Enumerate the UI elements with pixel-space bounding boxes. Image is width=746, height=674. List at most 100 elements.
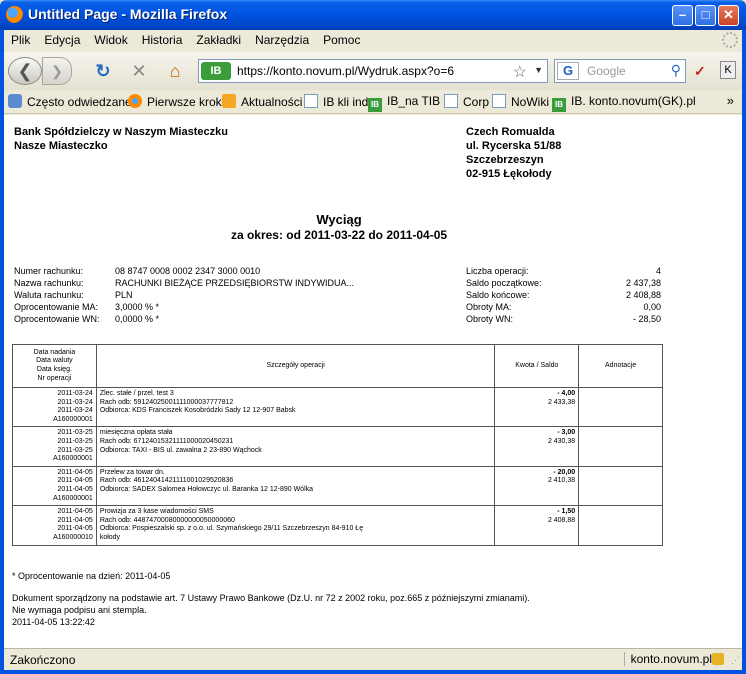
menu-edit[interactable]: Edycja [37, 30, 87, 50]
operation-dates: 2011-04-05 2011-04-05 2011-04-05 A160000… [12, 505, 97, 546]
menu-tools[interactable]: Narzędzia [248, 30, 316, 50]
table-row: 2011-03-24 2011-03-24 2011-03-24 A160000… [12, 386, 663, 428]
operation-note [578, 465, 663, 507]
operation-amount: - 4,00 2 433,38 [494, 386, 580, 428]
operation-amount: - 3,00 2 430,38 [494, 426, 580, 467]
bookmark-item[interactable]: IB IB. konto.novum(GK).pl [552, 94, 696, 112]
navigation-bar: ❮ ❯ ↻ ✕ ⌂ IB https://konto.novum.pl/Wydr… [4, 52, 742, 90]
operation-note [578, 386, 663, 428]
summary-label: Saldo końcowe: [466, 290, 530, 300]
info-value: 3,0000 % * [115, 302, 160, 312]
home-icon[interactable]: ⌂ [164, 60, 186, 82]
status-domain[interactable]: konto.novum.pl [623, 652, 712, 666]
summary-label: Obroty MA: [466, 302, 512, 312]
info-label: Oprocentowanie WN: [14, 314, 100, 324]
site-identity-badge[interactable]: IB [201, 62, 231, 80]
summary-value: 0,00 [643, 302, 661, 312]
bookmark-item[interactable]: Aktualności [222, 94, 302, 109]
page-content: Bank Spółdzielczy w Naszym Miasteczku Na… [4, 115, 742, 648]
menu-bar: Plik Edycja Widok Historia Zakładki Narzędzia… [4, 30, 742, 52]
info-label: Oprocentowanie MA: [14, 302, 99, 312]
bookmark-item[interactable]: Często odwiedzane [8, 94, 132, 109]
url-dropdown-icon[interactable]: ▼ [534, 65, 543, 75]
summary-value: - 28,50 [632, 314, 661, 324]
url-text[interactable]: https://konto.novum.pl/Wydruk.aspx?o=6 [237, 64, 454, 78]
page-icon [304, 94, 318, 108]
forward-button[interactable]: ❯ [42, 57, 72, 85]
status-bar: Zakończono konto.novum.pl ⋰ [4, 648, 742, 670]
summary-label: Obroty WN: [466, 314, 514, 324]
ib-icon: IB [368, 98, 382, 112]
addon-k-icon[interactable]: K [720, 61, 736, 79]
minimize-button[interactable]: – [672, 5, 693, 26]
url-bar[interactable]: IB https://konto.novum.pl/Wydruk.aspx?o=… [198, 59, 548, 83]
resize-grip-icon[interactable]: ⋰ [731, 655, 740, 666]
customer-name: Czech Romualda [466, 126, 555, 138]
operation-dates: 2011-04-05 2011-04-05 2011-04-05 A160000… [12, 465, 97, 507]
operation-details: Zlec. stałe / przel. test 3 Rach odb: 59… [95, 386, 496, 428]
col-header-dates: Data nadania Data waluty Data księg. Nr … [12, 344, 97, 388]
stop-icon[interactable]: ✕ [128, 60, 150, 82]
operation-amount: - 20,00 2 410,38 [494, 465, 580, 507]
reload-icon[interactable]: ↻ [92, 60, 114, 82]
menu-help[interactable]: Pomoc [316, 30, 367, 50]
info-label: Nazwa rachunku: [14, 278, 84, 288]
operation-amount: - 1,50 2 408,88 [494, 505, 580, 546]
summary-value: 2 437,38 [625, 278, 661, 288]
bank-city: Nasze Miasteczko [14, 140, 108, 152]
page-icon [444, 94, 458, 108]
bookmark-item[interactable]: Pierwsze kroki [128, 94, 224, 109]
account-info: Numer rachunku: 08 8747 0008 0002 2347 30… [14, 265, 414, 325]
info-value: RACHUNKI BIEŻĄCE PRZEDSIĘBIORSTW INDYWID… [115, 278, 355, 288]
firefox-icon [128, 94, 142, 108]
info-label: Numer rachunku: [14, 266, 84, 276]
maximize-button[interactable]: □ [695, 5, 716, 26]
table-row: 2011-04-05 2011-04-05 2011-04-05 A160000… [12, 505, 663, 546]
page-icon [492, 94, 506, 108]
window-title: Untitled Page - Mozilla Firefox [28, 6, 228, 22]
search-icon[interactable]: ⚲ [671, 62, 681, 79]
bookmark-item[interactable]: IB kli ind [304, 94, 368, 109]
back-button[interactable]: ❮ [8, 57, 42, 85]
operation-details: Prowizja za 3 kase wiadomości SMS Rach o… [95, 505, 496, 546]
operation-details: miesięczna opłata stała Rach odb: 671240… [95, 426, 496, 467]
bookmark-item[interactable]: IB IB_na TIB [368, 94, 440, 112]
addon-icon[interactable]: ✓ [694, 63, 706, 80]
info-label: Waluta rachunku: [14, 290, 84, 300]
operation-details: Przelew za towar dn. Rach odb: 461240414… [95, 465, 496, 507]
search-input[interactable]: Google [587, 64, 626, 78]
customer-town: Szczebrzeszyn [466, 154, 544, 166]
bookmark-star-icon[interactable]: ☆ [513, 62, 527, 82]
col-header-details: Szczegóły operacji [95, 344, 496, 388]
window-frame-right [742, 30, 746, 674]
search-bar[interactable]: G Google ⚲ [554, 59, 686, 83]
table-row: 2011-04-05 2011-04-05 2011-04-05 A160000… [12, 465, 663, 507]
bank-header: Bank Spółdzielczy w Naszym Miasteczku Na… [14, 125, 228, 153]
lock-icon[interactable] [712, 653, 724, 665]
info-value: PLN [115, 290, 133, 300]
bookmarks-overflow-icon[interactable]: » [727, 93, 734, 108]
rss-icon [222, 94, 236, 108]
ib-icon: IB [552, 98, 566, 112]
interest-footnote: * Oprocentowanie na dzień: 2011-04-05 [12, 571, 171, 581]
customer-street: ul. Rycerska 51/88 [466, 140, 562, 152]
search-engine-icon[interactable]: G [557, 62, 579, 80]
bookmark-item[interactable]: Corp [444, 94, 489, 109]
table-row: 2011-03-25 2011-03-25 2011-03-25 A160000… [12, 426, 663, 467]
operation-note [578, 505, 663, 546]
operation-dates: 2011-03-25 2011-03-25 2011-03-25 A160000… [12, 426, 97, 467]
menu-file[interactable]: Plik [4, 30, 37, 50]
summary-label: Liczba operacji: [466, 266, 529, 276]
menu-bookmarks[interactable]: Zakładki [189, 30, 248, 50]
legal-note: Dokument sporządzony na podstawie art. 7… [12, 593, 530, 627]
close-button[interactable]: ✕ [718, 5, 739, 26]
window-frame-bottom [0, 670, 746, 674]
firefox-icon [6, 6, 23, 23]
operation-dates: 2011-03-24 2011-03-24 2011-03-24 A160000… [12, 386, 97, 428]
statement-period: za okres: od 2011-03-22 do 2011-04-05 [230, 228, 448, 242]
menu-history[interactable]: Historia [135, 30, 190, 50]
menu-view[interactable]: Widok [87, 30, 134, 50]
operation-note [578, 426, 663, 467]
bookmark-item[interactable]: NoWiki [492, 94, 549, 109]
customer-postal: 02-915 Łękołody [466, 168, 552, 180]
